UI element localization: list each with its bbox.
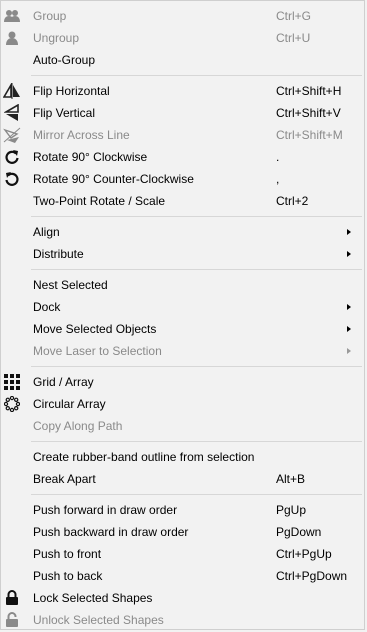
menu-item-label: Move Selected Objects bbox=[33, 322, 157, 336]
menu-item-shortcut: . bbox=[276, 150, 280, 164]
menu-item-label: Circular Array bbox=[33, 397, 106, 411]
submenu-arrow-icon bbox=[347, 326, 351, 332]
menu-separator bbox=[31, 269, 362, 270]
menu-item-shortcut: , bbox=[276, 172, 280, 186]
menu-item-label: Lock Selected Shapes bbox=[33, 591, 153, 605]
menu-item-shortcut: Ctrl+Shift+M bbox=[276, 128, 343, 142]
lock-icon bbox=[3, 589, 21, 607]
menu-item-label: Ungroup bbox=[33, 31, 80, 45]
menu-item-label: Push backward in draw order bbox=[33, 525, 189, 539]
menu-item-shortcut: Ctrl+U bbox=[276, 31, 311, 45]
menu-item-align[interactable]: Align bbox=[1, 221, 364, 243]
menu-item-label: Flip Horizontal bbox=[33, 84, 110, 98]
menu-item-shortcut: PgUp bbox=[276, 503, 307, 517]
menu-item-flip-horizontal[interactable]: Flip Horizontal Ctrl+Shift+H bbox=[1, 80, 364, 102]
menu-item-shortcut: Ctrl+Shift+V bbox=[276, 106, 341, 120]
menu-separator bbox=[31, 216, 362, 217]
menu-item-ungroup: Ungroup Ctrl+U bbox=[1, 27, 364, 49]
menu-item-label: Flip Vertical bbox=[33, 106, 96, 120]
menu-separator bbox=[31, 441, 362, 442]
menu-item-rotate-90-counter-clockwise[interactable]: Rotate 90° Counter-Clockwise, bbox=[1, 168, 364, 190]
menu-item-label: Push forward in draw order bbox=[33, 503, 178, 517]
menu-item-label: Dock bbox=[33, 300, 61, 314]
menu-item-two-point-rotate-scale[interactable]: Two-Point Rotate / Scale Ctrl+2 bbox=[1, 190, 364, 212]
submenu-arrow-icon bbox=[347, 348, 351, 354]
menu-item-mirror-across-line: Mirror Across Line Ctrl+Shift+M bbox=[1, 124, 364, 146]
menu-item-move-laser-to-selection: Move Laser to Selection bbox=[1, 340, 364, 362]
menu-item-push-backward-in-draw-order[interactable]: Push backward in draw order PgDown bbox=[1, 521, 364, 543]
submenu-arrow-icon bbox=[347, 304, 351, 310]
menu-item-shortcut: Alt+B bbox=[276, 472, 306, 486]
grid-array-icon bbox=[3, 373, 21, 391]
menu-item-label: Move Laser to Selection bbox=[33, 344, 162, 358]
menu-item-grid-array[interactable]: Grid / Array bbox=[1, 371, 364, 393]
context-menu: Group Ctrl+G Ungroup Ctrl+U Auto-Group Flip H… bbox=[0, 0, 365, 630]
menu-item-label: Create rubber-band outline from selectio… bbox=[33, 450, 255, 464]
submenu-arrow-icon bbox=[347, 229, 351, 235]
menu-item-flip-vertical[interactable]: Flip Vertical Ctrl+Shift+V bbox=[1, 102, 364, 124]
flip-horizontal-icon bbox=[3, 82, 21, 100]
menu-item-label: Mirror Across Line bbox=[33, 128, 130, 142]
menu-item-label: Group bbox=[33, 9, 67, 23]
mirror-line-icon bbox=[3, 126, 21, 144]
menu-item-lock-selected-shapes[interactable]: Lock Selected Shapes bbox=[1, 587, 364, 609]
circular-array-icon bbox=[3, 395, 21, 413]
menu-item-label: Rotate 90° Clockwise bbox=[33, 150, 148, 164]
menu-item-label: Push to front bbox=[33, 547, 102, 561]
rotate-cw-icon bbox=[3, 148, 21, 166]
menu-item-move-selected-objects[interactable]: Move Selected Objects bbox=[1, 318, 364, 340]
menu-item-label: Distribute bbox=[33, 247, 84, 261]
unlock-icon bbox=[3, 611, 21, 629]
menu-item-push-to-back[interactable]: Push to back Ctrl+PgDown bbox=[1, 565, 364, 587]
menu-item-label: Break Apart bbox=[33, 472, 96, 486]
menu-item-shortcut: Ctrl+PgDown bbox=[276, 569, 348, 583]
menu-item-push-to-front[interactable]: Push to front Ctrl+PgUp bbox=[1, 543, 364, 565]
menu-item-push-forward-in-draw-order[interactable]: Push forward in draw order PgUp bbox=[1, 499, 364, 521]
menu-item-label: Grid / Array bbox=[33, 375, 94, 389]
menu-item-shortcut: Ctrl+PgUp bbox=[276, 547, 332, 561]
menu-separator bbox=[31, 494, 362, 495]
ungroup-icon bbox=[3, 29, 21, 47]
menu-separator bbox=[31, 366, 362, 367]
menu-item-label: Push to back bbox=[33, 569, 103, 583]
rotate-ccw-icon bbox=[3, 170, 21, 188]
menu-item-label: Two-Point Rotate / Scale bbox=[33, 194, 166, 208]
menu-item-distribute[interactable]: Distribute bbox=[1, 243, 364, 265]
menu-item-create-rubber-band-outline-from-selection[interactable]: Create rubber-band outline from selectio… bbox=[1, 446, 364, 468]
menu-item-label: Align bbox=[33, 225, 60, 239]
menu-item-label: Unlock Selected Shapes bbox=[33, 613, 164, 627]
menu-item-shortcut: Ctrl+2 bbox=[276, 194, 309, 208]
menu-item-break-apart[interactable]: Break Apart Alt+B bbox=[1, 468, 364, 490]
menu-item-rotate-90-clockwise[interactable]: Rotate 90° Clockwise. bbox=[1, 146, 364, 168]
menu-item-label: Auto-Group bbox=[33, 53, 96, 67]
menu-item-copy-along-path: Copy Along Path bbox=[1, 415, 364, 437]
submenu-arrow-icon bbox=[347, 251, 351, 257]
menu-item-label: Copy Along Path bbox=[33, 419, 123, 433]
menu-item-nest-selected[interactable]: Nest Selected bbox=[1, 274, 364, 296]
menu-item-label: Rotate 90° Counter-Clockwise bbox=[33, 172, 194, 186]
group-icon bbox=[3, 7, 21, 25]
menu-item-shortcut: PgDown bbox=[276, 525, 322, 539]
flip-vertical-icon bbox=[3, 104, 21, 122]
menu-item-group: Group Ctrl+G bbox=[1, 5, 364, 27]
menu-item-label: Nest Selected bbox=[33, 278, 108, 292]
menu-item-unlock-selected-shapes: Unlock Selected Shapes bbox=[1, 609, 364, 631]
menu-item-auto-group[interactable]: Auto-Group bbox=[1, 49, 364, 71]
menu-item-shortcut: Ctrl+Shift+H bbox=[276, 84, 342, 98]
menu-item-circular-array[interactable]: Circular Array bbox=[1, 393, 364, 415]
menu-item-shortcut: Ctrl+G bbox=[276, 9, 312, 23]
menu-separator bbox=[31, 75, 362, 76]
menu-item-dock[interactable]: Dock bbox=[1, 296, 364, 318]
